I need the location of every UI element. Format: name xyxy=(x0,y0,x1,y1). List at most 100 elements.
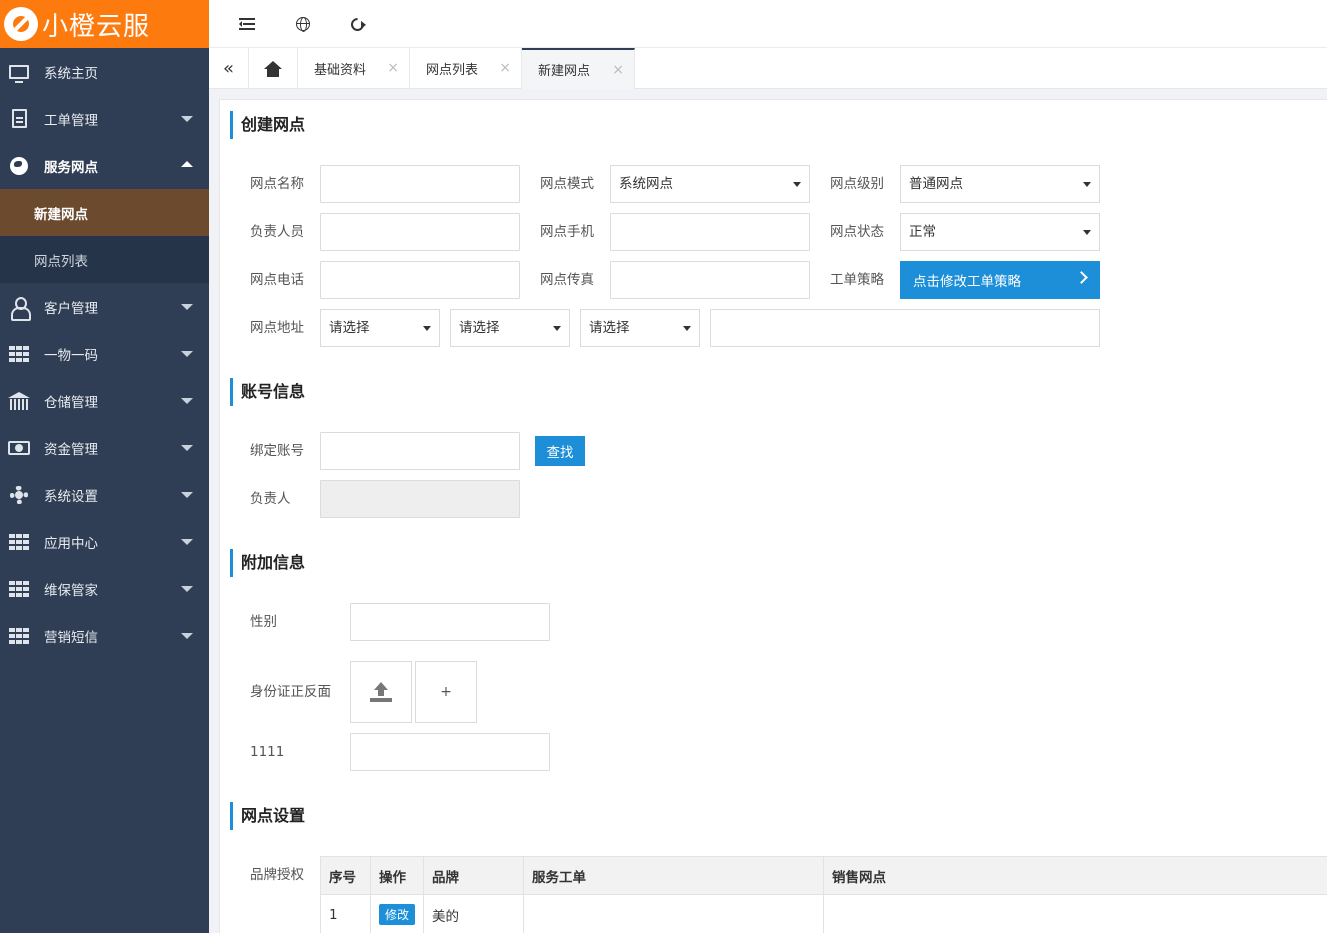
status-label: 网点状态 xyxy=(830,224,884,240)
address-detail-input[interactable] xyxy=(710,309,1100,347)
tab-home[interactable] xyxy=(249,48,298,89)
owner-label: 负责人员 xyxy=(250,224,304,240)
globe-icon[interactable] xyxy=(293,14,313,34)
brand-table: 序号 操作 品牌 服务工单 销售网点 1 修改 美的 xyxy=(320,856,1327,933)
refresh-icon[interactable] xyxy=(347,14,367,34)
caret-down-icon xyxy=(181,492,193,498)
select-value: 系统网点 xyxy=(619,176,673,192)
point-level-select[interactable]: 普通网点 xyxy=(900,165,1100,203)
col-action: 操作 xyxy=(370,856,424,895)
mobile-input[interactable] xyxy=(610,213,810,251)
tab-label: 网点列表 xyxy=(426,63,479,78)
tab-bar: « 基础资料 × 网点列表 × 新建网点 × xyxy=(209,48,1327,89)
find-button[interactable]: 查找 xyxy=(535,436,585,466)
caret-down-icon xyxy=(1083,230,1091,235)
address-label: 网点地址 xyxy=(250,320,304,336)
button-label: 点击修改工单策略 xyxy=(913,274,1021,290)
province-select[interactable]: 请选择 xyxy=(320,309,440,347)
sidebar-item-one-code[interactable]: 一物一码 xyxy=(0,330,209,377)
phone-label: 网点电话 xyxy=(250,272,304,288)
tab-label: 基础资料 xyxy=(314,63,367,78)
app-logo[interactable]: 小橙云服 xyxy=(0,0,209,48)
col-service: 服务工单 xyxy=(523,856,824,895)
logo-icon xyxy=(4,7,38,41)
point-mode-select[interactable]: 系统网点 xyxy=(610,165,810,203)
gear-icon xyxy=(10,485,28,504)
tab-point-list[interactable]: 网点列表 × xyxy=(410,48,522,89)
caret-down-icon xyxy=(423,326,431,331)
gender-input[interactable] xyxy=(350,603,550,641)
person-label: 负责人 xyxy=(250,491,291,507)
cell-sales xyxy=(823,894,1327,933)
strategy-label: 工单策略 xyxy=(830,272,884,288)
sidebar-item-label: 资金管理 xyxy=(44,441,98,458)
sidebar-item-settings[interactable]: 系统设置 xyxy=(0,471,209,518)
cell-service xyxy=(523,894,824,933)
sidebar-item-home[interactable]: 系统主页 xyxy=(0,48,209,95)
table-header-row: 序号 操作 品牌 服务工单 销售网点 xyxy=(320,856,1327,895)
chevron-right-icon xyxy=(1075,271,1088,284)
point-name-input[interactable] xyxy=(320,165,520,203)
tabs-back-icon[interactable]: « xyxy=(209,48,249,89)
cell-index: 1 xyxy=(320,894,371,933)
section-title-extra: 附加信息 xyxy=(230,549,305,577)
sidebar: 小橙云服 系统主页 工单管理 服务网点 新建网点 网点列表 客户管理 一物一码 … xyxy=(0,0,209,933)
section-title-settings: 网点设置 xyxy=(230,802,305,830)
district-select[interactable]: 请选择 xyxy=(580,309,700,347)
money-icon xyxy=(8,440,30,455)
sidebar-item-label: 一物一码 xyxy=(44,347,98,364)
edit-strategy-button[interactable]: 点击修改工单策略 xyxy=(900,261,1100,299)
caret-down-icon xyxy=(181,398,193,404)
upload-icon xyxy=(370,682,392,702)
owner-input[interactable] xyxy=(320,213,520,251)
sidebar-item-service-points[interactable]: 服务网点 xyxy=(0,142,209,189)
bind-account-input[interactable] xyxy=(320,432,520,470)
section-title-create-point: 创建网点 xyxy=(230,111,305,139)
fax-label: 网点传真 xyxy=(540,272,594,288)
section-title-account: 账号信息 xyxy=(230,378,305,406)
gender-label: 性别 xyxy=(250,614,277,630)
tab-basic-data[interactable]: 基础资料 × xyxy=(298,48,410,89)
sidebar-item-label: 系统主页 xyxy=(44,65,98,82)
close-icon[interactable]: × xyxy=(612,62,624,78)
caret-down-icon xyxy=(181,633,193,639)
status-select[interactable]: 正常 xyxy=(900,213,1100,251)
select-value: 请选择 xyxy=(329,320,370,336)
phone-input[interactable] xyxy=(320,261,520,299)
cell-action: 修改 xyxy=(370,894,424,933)
menu-toggle-icon[interactable] xyxy=(237,14,257,34)
sidebar-item-label: 营销短信 xyxy=(44,629,98,646)
custom-field-input[interactable] xyxy=(350,733,550,771)
plus-icon: + xyxy=(440,684,452,700)
sidebar-item-warehouse[interactable]: 仓储管理 xyxy=(0,377,209,424)
home-icon xyxy=(264,60,282,77)
tab-new-point[interactable]: 新建网点 × xyxy=(522,48,635,89)
sidebar-subitem-new-point[interactable]: 新建网点 xyxy=(0,189,209,236)
close-icon[interactable]: × xyxy=(499,60,511,76)
sidebar-item-finance[interactable]: 资金管理 xyxy=(0,424,209,471)
edit-button[interactable]: 修改 xyxy=(379,904,416,925)
table-row: 1 修改 美的 xyxy=(320,894,1327,933)
caret-down-icon xyxy=(181,539,193,545)
document-icon xyxy=(11,109,27,128)
grid-icon xyxy=(9,627,29,644)
idcard-upload-button[interactable] xyxy=(350,661,412,723)
sidebar-item-label: 系统设置 xyxy=(44,488,98,505)
point-name-label: 网点名称 xyxy=(250,176,304,192)
idcard-label: 身份证正反面 xyxy=(250,684,331,700)
sidebar-item-app-center[interactable]: 应用中心 xyxy=(0,518,209,565)
main-content: 创建网点 网点名称 网点模式 系统网点 网点级别 普通网点 负责人员 网点手机 … xyxy=(219,99,1327,933)
caret-down-icon xyxy=(1083,182,1091,187)
sidebar-item-work-orders[interactable]: 工单管理 xyxy=(0,95,209,142)
sidebar-item-customers[interactable]: 客户管理 xyxy=(0,283,209,330)
sidebar-item-maintenance[interactable]: 维保管家 xyxy=(0,565,209,612)
idcard-add-button[interactable]: + xyxy=(415,661,477,723)
close-icon[interactable]: × xyxy=(387,60,399,76)
globe-icon xyxy=(10,156,28,175)
select-value: 请选择 xyxy=(589,320,630,336)
select-value: 正常 xyxy=(909,224,936,240)
fax-input[interactable] xyxy=(610,261,810,299)
sidebar-subitem-point-list[interactable]: 网点列表 xyxy=(0,236,209,283)
sidebar-item-sms[interactable]: 营销短信 xyxy=(0,612,209,659)
city-select[interactable]: 请选择 xyxy=(450,309,570,347)
